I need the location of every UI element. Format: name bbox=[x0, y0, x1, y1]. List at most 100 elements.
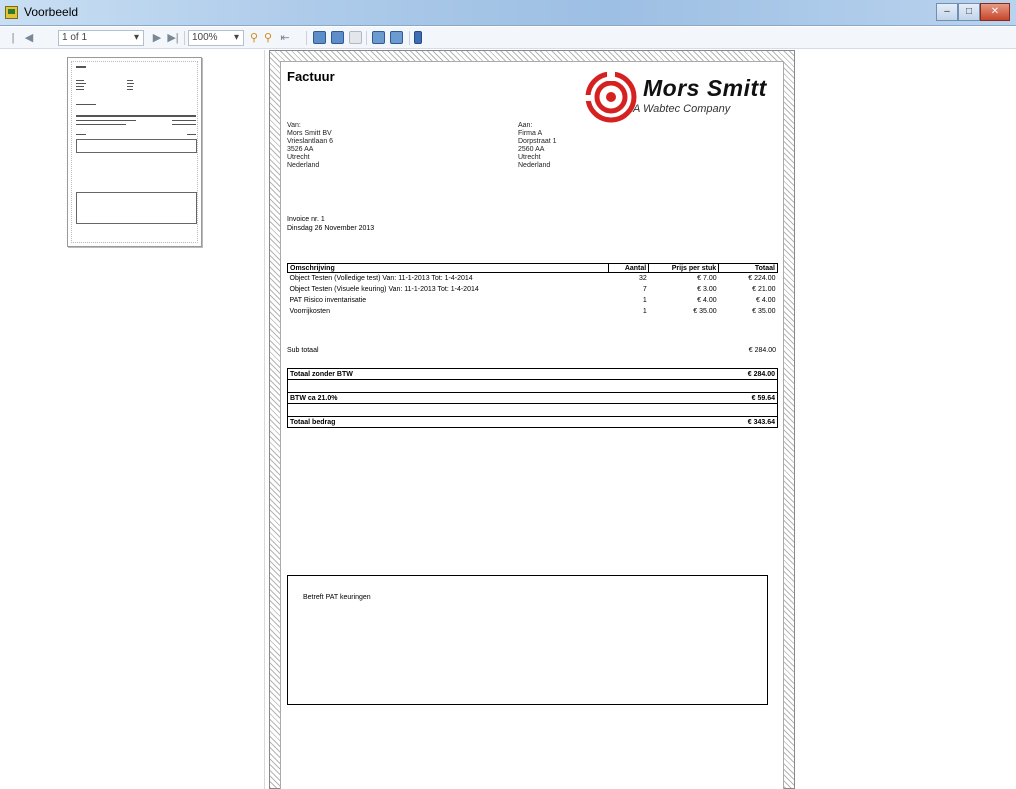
sender-address: Van: Mors Smitt BV Vrieslantlaan 6 3526 … bbox=[287, 122, 333, 170]
page-thumbnail[interactable] bbox=[67, 57, 202, 247]
address-line: Mors Smitt BV bbox=[287, 130, 332, 137]
chevron-down-icon[interactable]: ▾ bbox=[134, 31, 139, 45]
notes-text: Betreft PAT keuringen bbox=[303, 594, 371, 601]
thumb-line bbox=[127, 89, 133, 90]
column-header-description: Omschrijving bbox=[286, 263, 610, 273]
invoice-lines-table: Omschrijving Aantal Prijs per stuk Totaa… bbox=[286, 263, 778, 317]
app-icon bbox=[5, 6, 18, 19]
preview-area: Factuur Mors Smitt A Wabtec Company Van:… bbox=[0, 50, 1016, 789]
toolbar-divider bbox=[366, 31, 367, 45]
grand-total-value: € 343.64 bbox=[747, 419, 775, 426]
subtotal-row: Sub totaal € 284.00 bbox=[287, 347, 778, 354]
total-excl-vat-row: Totaal zonder BTW € 284.00 bbox=[287, 368, 778, 380]
zoom-select[interactable]: 100% ▾ bbox=[188, 30, 244, 46]
thumb-totals-box bbox=[76, 139, 197, 153]
address-line: Nederland bbox=[518, 162, 551, 169]
table-row: Voorrijkosten 1 € 35.00 € 35.00 bbox=[288, 306, 778, 317]
line-quantity: 1 bbox=[642, 307, 647, 315]
invoice-page: Factuur Mors Smitt A Wabtec Company Van:… bbox=[280, 61, 784, 789]
line-price: € 7.00 bbox=[697, 274, 717, 282]
line-price: € 4.00 bbox=[697, 296, 717, 304]
thumb-line bbox=[187, 134, 196, 135]
recipient-label: Aan: bbox=[518, 122, 533, 129]
maximize-button[interactable]: □ bbox=[958, 3, 980, 21]
address-line: 3526 AA bbox=[287, 146, 314, 153]
previous-page-icon[interactable]: ◀ bbox=[24, 30, 34, 46]
thumb-line bbox=[76, 83, 86, 84]
subtotal-value: € 284.00 bbox=[748, 347, 776, 354]
vat-label: BTW ca 21.0% bbox=[290, 395, 338, 402]
vat-value: € 59.64 bbox=[751, 395, 775, 402]
close-button[interactable]: ✕ bbox=[980, 3, 1010, 21]
invoice-number: Invoice nr. 1 bbox=[287, 216, 325, 223]
table-row: Object Testen (Visuele keuring) Van: 11-… bbox=[288, 284, 778, 295]
grand-total-row: Totaal bedrag € 343.64 bbox=[287, 416, 778, 428]
page-setup-icon[interactable] bbox=[331, 31, 344, 44]
window-controls: – □ ✕ bbox=[936, 3, 1010, 21]
thumb-line bbox=[127, 86, 133, 87]
subtotal-label: Sub totaal bbox=[287, 347, 319, 354]
thumb-line bbox=[76, 80, 84, 81]
line-total: € 4.00 bbox=[756, 296, 776, 304]
window-title: Voorbeeld bbox=[24, 5, 79, 19]
spacer-row bbox=[287, 404, 778, 416]
address-line: Vrieslantlaan 6 bbox=[287, 138, 334, 145]
thumbnail-toggle-icon[interactable] bbox=[414, 31, 422, 44]
thumb-line bbox=[127, 80, 133, 81]
panel-divider bbox=[264, 50, 265, 789]
empty-preview-space bbox=[796, 50, 1016, 789]
line-price: € 3.00 bbox=[697, 285, 717, 293]
toolbar-divider bbox=[184, 31, 185, 45]
line-quantity: 32 bbox=[638, 274, 647, 282]
chevron-down-icon[interactable]: ▾ bbox=[234, 31, 239, 45]
line-total: € 224.00 bbox=[748, 274, 776, 282]
address-line: Dorpstraat 1 bbox=[518, 138, 557, 145]
recipient-address: Aan: Firma A Dorpstraat 1 2560 AA Utrech… bbox=[518, 122, 557, 170]
thumbnail-panel[interactable] bbox=[0, 50, 266, 789]
line-price: € 35.00 bbox=[693, 307, 717, 315]
first-page-icon[interactable]: |◀ bbox=[8, 30, 18, 60]
table-header-row: Omschrijving Aantal Prijs per stuk Totaa… bbox=[286, 263, 778, 273]
column-header-unit-price: Prijs per stuk bbox=[648, 263, 720, 273]
zoom-value: 100% bbox=[192, 32, 218, 43]
address-line: Firma A bbox=[518, 130, 543, 137]
last-page-icon[interactable]: ▶| bbox=[166, 30, 180, 46]
zoom-out-icon[interactable]: ⚲ bbox=[262, 30, 274, 46]
line-description: Voorrijkosten bbox=[289, 307, 330, 315]
thumb-line bbox=[76, 104, 96, 105]
thumb-line bbox=[76, 89, 84, 90]
title-bar: Voorbeeld – □ ✕ bbox=[0, 0, 1016, 26]
page-frame: Factuur Mors Smitt A Wabtec Company Van:… bbox=[269, 50, 795, 789]
line-description: Object Testen (Volledige test) Van: 11-1… bbox=[289, 274, 473, 282]
thumb-line bbox=[172, 120, 196, 121]
total-excl-vat-value: € 284.00 bbox=[747, 371, 775, 378]
line-total: € 21.00 bbox=[752, 285, 776, 293]
line-total: € 35.00 bbox=[752, 307, 776, 315]
thumb-line bbox=[172, 124, 196, 125]
thumb-notes-box bbox=[76, 192, 197, 224]
grand-total-label: Totaal bedrag bbox=[290, 419, 336, 426]
address-line: 2560 AA bbox=[518, 146, 545, 153]
invoice-date: Dinsdag 26 November 2013 bbox=[287, 225, 375, 232]
multi-page-icon[interactable] bbox=[390, 31, 403, 44]
thumb-line bbox=[76, 86, 84, 87]
vat-row: BTW ca 21.0% € 59.64 bbox=[287, 392, 778, 404]
next-page-icon[interactable]: ▶ bbox=[152, 30, 162, 46]
thumb-line bbox=[76, 120, 136, 121]
minimize-button[interactable]: – bbox=[936, 3, 958, 21]
address-line: Utrecht bbox=[518, 154, 541, 161]
single-page-icon[interactable] bbox=[372, 31, 385, 44]
spacer-row bbox=[287, 380, 778, 392]
table-row: PAT Risico inventarisatie 1 € 4.00 € 4.0… bbox=[288, 295, 778, 306]
print-icon[interactable] bbox=[313, 31, 326, 44]
zoom-in-icon[interactable]: ⚲ bbox=[248, 30, 260, 46]
fit-page-icon[interactable]: ⇤ bbox=[278, 30, 292, 46]
toolbar-divider bbox=[409, 31, 410, 45]
total-excl-vat-label: Totaal zonder BTW bbox=[290, 371, 353, 378]
logo-tagline: A Wabtec Company bbox=[633, 103, 731, 115]
thumb-line bbox=[76, 134, 86, 135]
export-icon[interactable] bbox=[349, 31, 362, 44]
line-quantity: 1 bbox=[642, 296, 647, 304]
thumb-line bbox=[127, 83, 134, 84]
page-indicator-field[interactable]: 1 of 1 ▾ bbox=[58, 30, 144, 46]
